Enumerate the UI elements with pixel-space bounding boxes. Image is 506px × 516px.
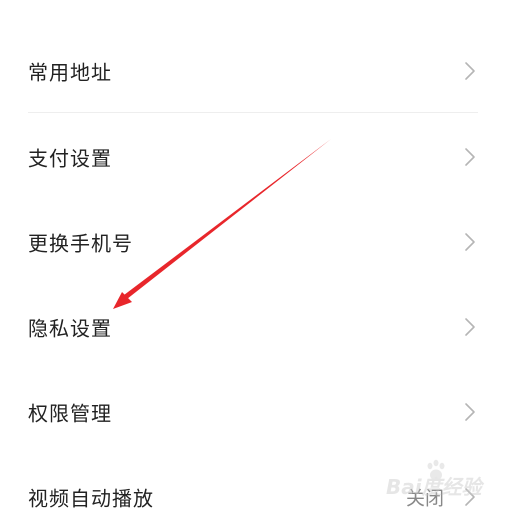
settings-item-privacy[interactable]: 隐私设置 xyxy=(0,284,506,369)
divider xyxy=(28,112,478,113)
autoplay-status-value: 关闭 xyxy=(405,487,444,509)
settings-item-change-phone[interactable]: 更换手机号 xyxy=(0,199,506,284)
chevron-right-icon xyxy=(465,147,475,166)
settings-item-permissions[interactable]: 权限管理 xyxy=(0,369,506,454)
chevron-right-icon xyxy=(465,232,475,251)
settings-item-label: 权限管理 xyxy=(28,401,112,425)
settings-item-label: 隐私设置 xyxy=(28,316,112,340)
settings-item-common-address[interactable]: 常用地址 xyxy=(0,28,506,113)
chevron-right-icon xyxy=(465,61,475,80)
settings-item-video-autoplay[interactable]: 视频自动播放 关闭 xyxy=(0,454,506,516)
chevron-right-icon xyxy=(465,317,475,336)
settings-item-label: 常用地址 xyxy=(28,60,112,84)
settings-item-payment[interactable]: 支付设置 xyxy=(0,114,506,199)
settings-item-label: 视频自动播放 xyxy=(28,486,154,510)
settings-screen: 常用地址 支付设置 更换手机号 隐私设置 权限管理 视频自动播放 关闭 Bai度… xyxy=(0,0,506,516)
chevron-right-icon xyxy=(465,487,475,506)
settings-item-label: 支付设置 xyxy=(28,146,112,170)
chevron-right-icon xyxy=(465,402,475,421)
settings-item-label: 更换手机号 xyxy=(28,231,133,255)
